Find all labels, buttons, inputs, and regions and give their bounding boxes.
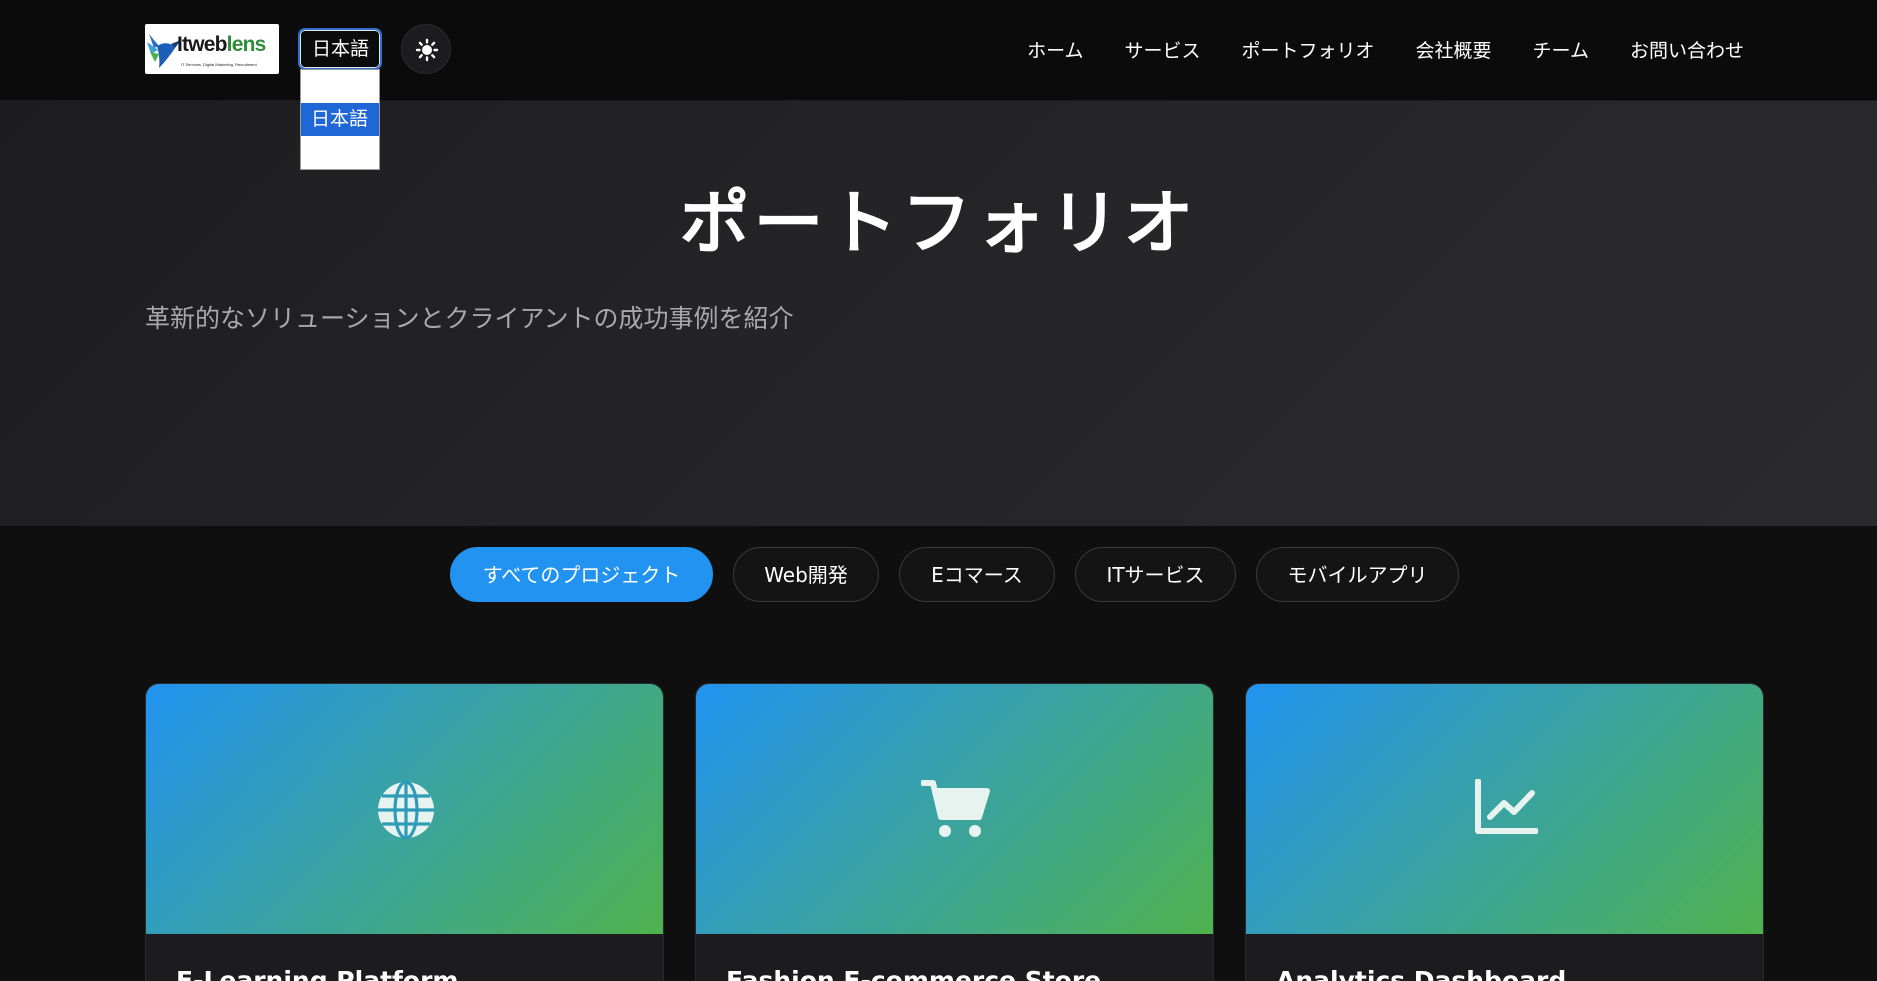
project-card-media xyxy=(146,684,663,934)
project-card-media xyxy=(696,684,1213,934)
project-card[interactable]: Fashion E-commerce Store xyxy=(695,683,1214,981)
language-option[interactable] xyxy=(301,136,379,169)
filter-mobile-apps[interactable]: モバイルアプリ xyxy=(1256,547,1459,602)
hero-section: ポートフォリオ 革新的なソリューションとクライアントの成功事例を紹介 xyxy=(0,101,1877,526)
filter-web-development[interactable]: Web開発 xyxy=(733,547,879,602)
project-card-media xyxy=(1246,684,1763,934)
nav-team[interactable]: チーム xyxy=(1533,39,1589,63)
filter-ecommerce[interactable]: Eコマース xyxy=(899,547,1055,602)
sun-icon xyxy=(415,38,439,62)
nav-home[interactable]: ホーム xyxy=(1027,39,1083,63)
project-card-title: E-Learning Platform xyxy=(176,966,459,981)
site-header: Itweblens IT Services, Digital Marketing… xyxy=(0,0,1877,101)
language-option-selected[interactable]: 日本語 xyxy=(301,103,379,136)
language-dropdown-list: 日本語 xyxy=(300,69,380,170)
shopping-cart-icon xyxy=(921,780,990,837)
project-card[interactable]: E-Learning Platform xyxy=(145,683,664,981)
nav-portfolio[interactable]: ポートフォリオ xyxy=(1242,39,1375,63)
page-title: ポートフォリオ xyxy=(679,182,1198,264)
page-subtitle: 革新的なソリューションとクライアントの成功事例を紹介 xyxy=(145,304,794,333)
site-logo[interactable]: Itweblens IT Services, Digital Marketing… xyxy=(145,24,279,74)
project-card-title: Fashion E-commerce Store xyxy=(726,966,1102,981)
logo-tagline: IT Services, Digital Marketing, Recruitm… xyxy=(181,62,257,67)
nav-services[interactable]: サービス xyxy=(1125,39,1201,63)
main-nav: ホーム サービス ポートフォリオ 会社概要 チーム お問い合わせ xyxy=(1027,36,1744,66)
portfolio-filters: すべてのプロジェクト Web開発 Eコマース ITサービス モバイルアプリ xyxy=(450,547,1459,602)
project-card[interactable]: Analytics Dashboard xyxy=(1245,683,1764,981)
project-card-title: Analytics Dashboard xyxy=(1276,966,1567,981)
filter-it-services[interactable]: ITサービス xyxy=(1075,547,1236,602)
nav-contact[interactable]: お問い合わせ xyxy=(1630,39,1744,63)
language-select[interactable]: 日本語 xyxy=(298,28,382,70)
nav-about[interactable]: 会社概要 xyxy=(1416,39,1492,63)
filter-all-projects[interactable]: すべてのプロジェクト xyxy=(450,547,713,602)
line-chart-icon xyxy=(1475,779,1538,834)
theme-toggle-button[interactable] xyxy=(401,24,451,74)
language-option[interactable] xyxy=(301,70,379,103)
logo-wordmark: Itweblens xyxy=(177,33,266,56)
globe-icon xyxy=(378,780,434,840)
